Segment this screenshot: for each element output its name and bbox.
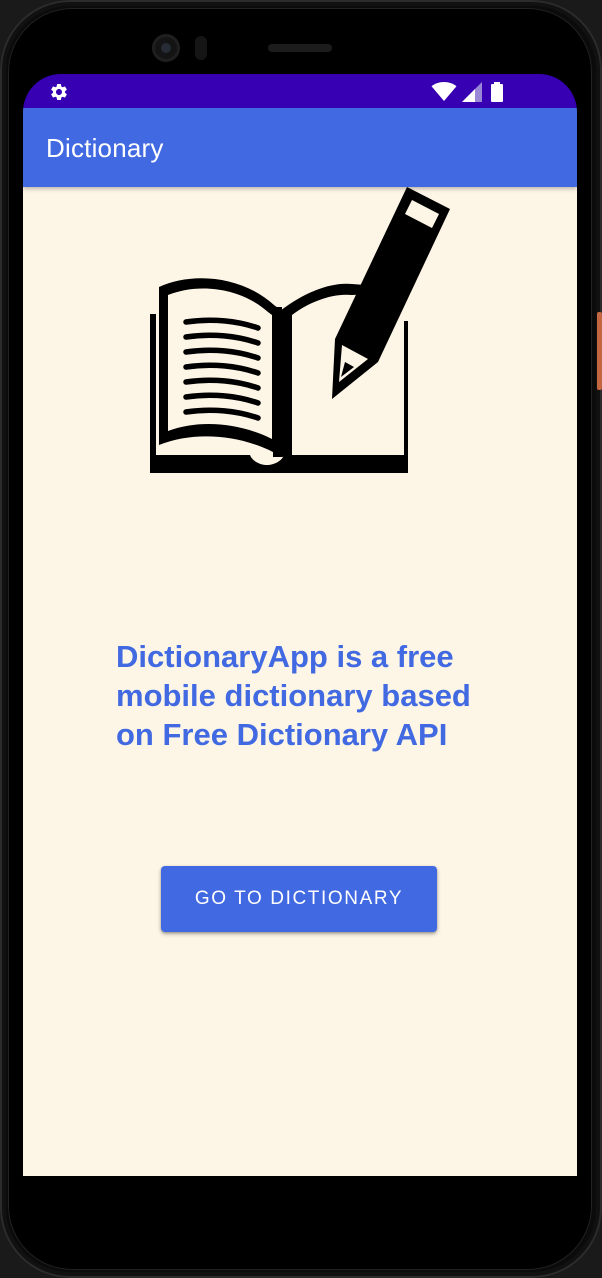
wifi-icon <box>431 82 457 101</box>
status-icons <box>431 82 507 102</box>
app-title: Dictionary <box>46 133 164 163</box>
open-book-with-pencil-icon <box>150 187 450 473</box>
proximity-sensor <box>195 36 207 60</box>
screen: Dictionary DictionaryApp is a free mobil… <box>23 74 577 1244</box>
phone-frame: Dictionary DictionaryApp is a free mobil… <box>0 0 602 1278</box>
battery-icon <box>491 82 503 102</box>
app-description: DictionaryApp is a free mobile dictionar… <box>116 639 471 752</box>
go-to-dictionary-button[interactable]: GO TO DICTIONARY <box>161 866 437 932</box>
navigation-bar <box>23 1176 577 1244</box>
settings-gear-icon <box>51 84 67 100</box>
main-content: DictionaryApp is a free mobile dictionar… <box>23 187 577 1176</box>
app-bar: Dictionary <box>23 108 577 187</box>
front-camera <box>152 34 180 62</box>
status-bar <box>23 74 577 108</box>
cellular-signal-icon <box>462 82 482 102</box>
power-button[interactable] <box>597 312 602 390</box>
earpiece-speaker <box>268 44 332 52</box>
